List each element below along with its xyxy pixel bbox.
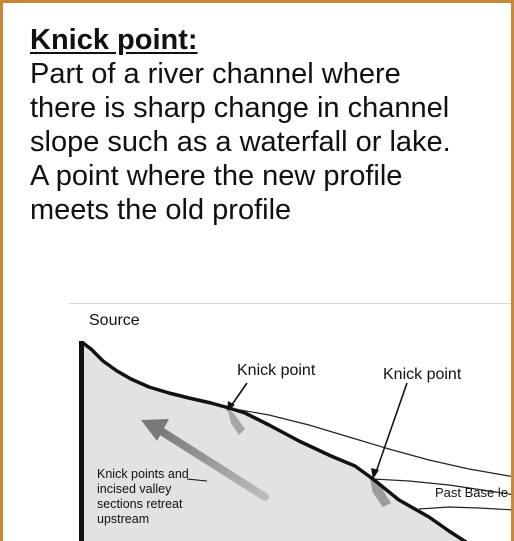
retreat-note-line: incised valley — [97, 482, 172, 496]
definition-heading: Knick point: — [30, 24, 198, 56]
retreat-note-line: sections retreat — [97, 497, 183, 511]
definition-line: A point where the new profile — [30, 160, 403, 192]
slide-card: Knick point: Part of a river channel whe… — [0, 0, 514, 541]
definition-text: Knick point: Part of a river channel whe… — [30, 23, 510, 227]
knick-point-label-2: Knick point — [383, 366, 462, 383]
definition-line: Part of a river channel where — [30, 58, 401, 90]
definition-line: slope such as a waterfall or lake. — [30, 126, 451, 158]
retreat-note-line: Knick points and — [97, 467, 189, 481]
retreat-note-line: upstream — [97, 512, 149, 526]
definition-line: meets the old profile — [30, 194, 292, 226]
source-label: Source — [89, 312, 140, 329]
past-base-level-line — [418, 506, 511, 511]
definition-line: there is sharp change in channel — [30, 92, 450, 124]
river-profile-svg: Source Knick point Knick point Past Base… — [69, 303, 511, 541]
river-profile-diagram: Source Knick point Knick point Past Base… — [69, 303, 511, 541]
valley-wall — [79, 341, 84, 541]
knick-pointer-2 — [374, 382, 408, 476]
past-base-level-label: Past Base le — [435, 485, 508, 500]
knick-point-label-1: Knick point — [237, 362, 316, 379]
